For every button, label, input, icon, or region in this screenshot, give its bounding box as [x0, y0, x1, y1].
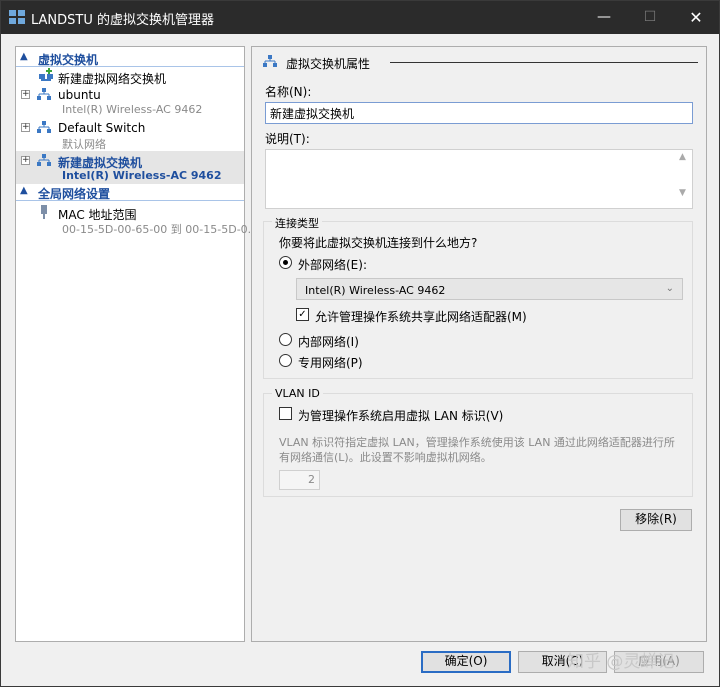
remove-button[interactable]: 移除(R): [620, 509, 692, 531]
watermark: 知乎 @灵蝉记: [567, 652, 675, 672]
private-network-label[interactable]: 专用网络(P): [298, 354, 363, 371]
dialog-window: LANDSTU 的虚拟交换机管理器 — ☐ ✕ ▲ 虚拟交换机 新建虚拟网络交换…: [0, 0, 720, 687]
switch-adapter: 默认网络: [62, 138, 106, 151]
properties-title: 虚拟交换机属性: [286, 57, 371, 71]
external-network-label[interactable]: 外部网络(E):: [298, 256, 367, 273]
properties-pane: 虚拟交换机属性 名称(N): 新建虚拟交换机 说明(T): ▲ ▼ 连接类型 你要…: [251, 46, 707, 642]
switch-manager-icon: [9, 10, 25, 24]
switch-adapter: Intel(R) Wireless-AC 9462: [62, 169, 222, 182]
ok-button[interactable]: 确定(O): [421, 651, 511, 673]
network-switch-icon: [263, 55, 277, 67]
external-network-radio[interactable]: [279, 256, 292, 269]
notes-label: 说明(T):: [265, 132, 310, 146]
add-network-icon: [39, 68, 53, 81]
title-bar[interactable]: LANDSTU 的虚拟交换机管理器 — ☐ ✕: [1, 1, 719, 34]
adapter-select[interactable]: Intel(R) Wireless-AC 9462 ⌄: [296, 278, 683, 300]
mac-range-value: 00-15-5D-00-65-00 到 00-15-5D-0...: [62, 223, 259, 236]
minimize-button[interactable]: —: [581, 1, 627, 34]
section-global-network[interactable]: ▲ 全局网络设置: [16, 184, 244, 201]
vlan-description: VLAN 标识符指定虚拟 LAN，管理操作系统使用该 LAN 通过此网络适配器进…: [279, 436, 675, 464]
switch-item-new[interactable]: + 新建虚拟交换机 Intel(R) Wireless-AC 9462: [16, 151, 244, 184]
header-rule: [390, 62, 698, 63]
name-input[interactable]: 新建虚拟交换机: [265, 102, 693, 124]
name-label: 名称(N):: [265, 85, 312, 99]
switch-tree[interactable]: ▲ 虚拟交换机 新建虚拟网络交换机 + ubuntu Intel(R) Wire…: [15, 46, 258, 642]
chevron-down-icon: ⌄: [665, 283, 674, 294]
collapse-chevron-icon[interactable]: ▲: [20, 185, 28, 196]
switch-adapter: Intel(R) Wireless-AC 9462: [62, 103, 203, 116]
network-switch-icon: [37, 88, 51, 100]
collapse-chevron-icon[interactable]: ▲: [20, 51, 28, 62]
window-title: LANDSTU 的虚拟交换机管理器: [31, 13, 215, 28]
switch-item-default[interactable]: + Default Switch 默认网络: [16, 118, 244, 151]
allow-share-label[interactable]: 允许管理操作系统共享此网络适配器(M): [315, 308, 527, 325]
vlan-id-input[interactable]: 2: [279, 470, 320, 490]
expand-icon[interactable]: +: [21, 123, 30, 132]
network-switch-icon: [37, 154, 51, 166]
vlan-title: VLAN ID: [272, 387, 323, 400]
network-adapter-icon: [41, 205, 47, 219]
switch-item-ubuntu[interactable]: + ubuntu Intel(R) Wireless-AC 9462: [16, 85, 244, 118]
switch-name: ubuntu: [58, 88, 101, 102]
close-button[interactable]: ✕: [673, 1, 719, 34]
expand-icon[interactable]: +: [21, 90, 30, 99]
notes-input[interactable]: ▲ ▼: [265, 149, 693, 209]
internal-network-radio[interactable]: [279, 333, 292, 346]
connection-type-title: 连接类型: [272, 215, 322, 231]
internal-network-label[interactable]: 内部网络(I): [298, 333, 359, 350]
vlan-enable-checkbox[interactable]: [279, 407, 292, 420]
vlan-enable-label[interactable]: 为管理操作系统启用虚拟 LAN 标识(V): [298, 407, 503, 424]
maximize-button[interactable]: ☐: [627, 1, 673, 34]
allow-share-checkbox[interactable]: ✓: [296, 308, 309, 321]
connection-question: 你要将此虚拟交换机连接到什么地方?: [279, 236, 478, 250]
expand-icon[interactable]: +: [21, 156, 30, 165]
switch-name: Default Switch: [58, 121, 146, 135]
network-switch-icon: [37, 121, 51, 133]
private-network-radio[interactable]: [279, 354, 292, 367]
scrollbar[interactable]: ▲ ▼: [679, 153, 689, 205]
new-switch-action[interactable]: 新建虚拟网络交换机: [16, 67, 244, 86]
section-virtual-switches[interactable]: ▲ 虚拟交换机: [16, 50, 244, 67]
mac-range-item[interactable]: MAC 地址范围 00-15-5D-00-65-00 到 00-15-5D-0.…: [16, 203, 258, 236]
